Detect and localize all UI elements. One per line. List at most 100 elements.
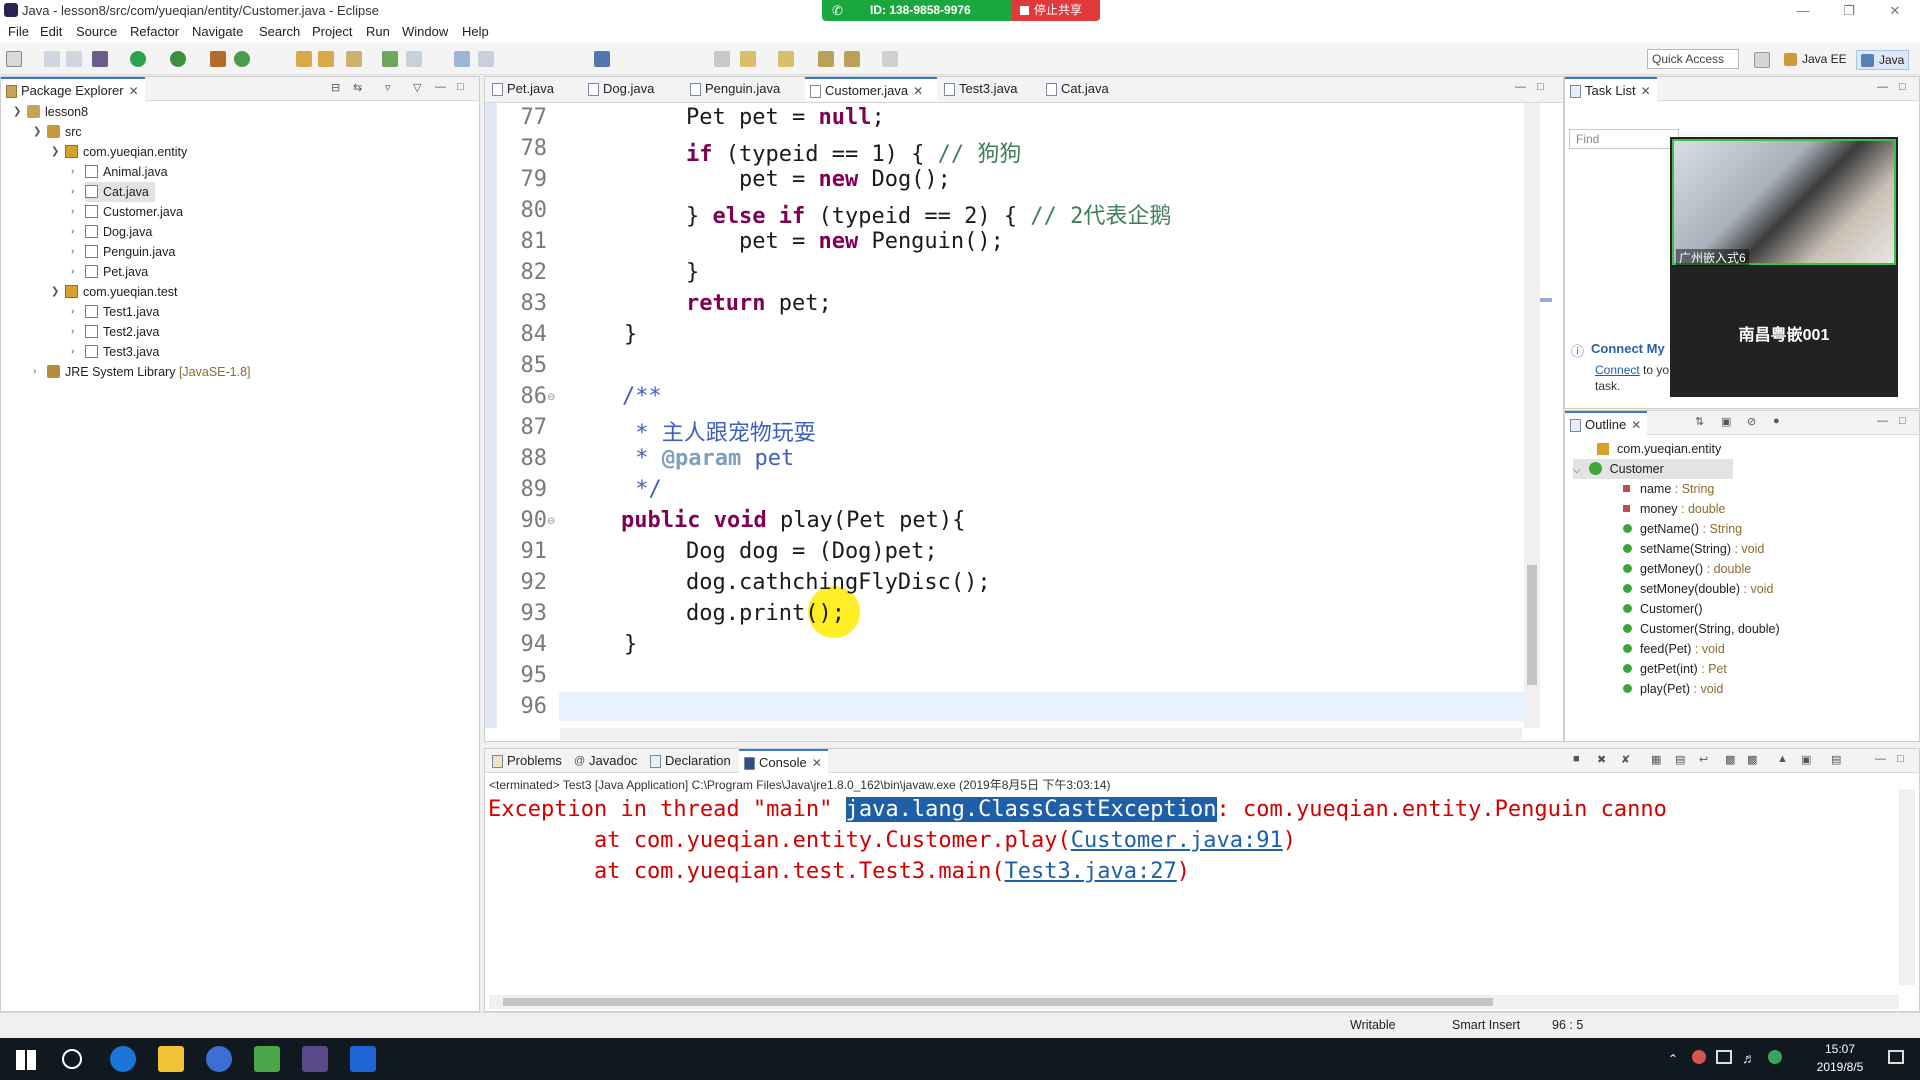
- scroll-thumb[interactable]: [503, 998, 1493, 1006]
- chevron-down-icon[interactable]: ❯: [51, 142, 59, 162]
- tab-console[interactable]: Console ✕: [739, 749, 828, 773]
- chevron-down-icon[interactable]: ❯: [51, 282, 59, 302]
- open-perspective-icon[interactable]: [1754, 52, 1770, 68]
- wps-icon[interactable]: [206, 1046, 232, 1072]
- restore-icon[interactable]: ❐: [1826, 0, 1872, 22]
- eclipse-taskbar-icon[interactable]: [302, 1046, 328, 1072]
- link-with-editor-icon[interactable]: ⇆: [353, 81, 362, 94]
- view-menu-icon[interactable]: ▿: [385, 81, 391, 94]
- filter-icon[interactable]: ▽: [413, 81, 421, 94]
- minimize-view-icon[interactable]: —: [1877, 415, 1888, 427]
- network-icon[interactable]: [1716, 1050, 1732, 1064]
- chevron-down-icon[interactable]: ❯: [33, 122, 41, 142]
- editor-vertical-scrollbar[interactable]: [1524, 103, 1540, 728]
- show-stdout-icon[interactable]: ▩: [1725, 753, 1735, 766]
- menu-refactor[interactable]: Refactor: [130, 24, 179, 39]
- windows-start-icon[interactable]: [16, 1050, 36, 1070]
- outline-member[interactable]: getMoney() : double: [1623, 559, 1751, 579]
- tree-item[interactable]: › Customer.java: [71, 202, 477, 222]
- chevron-right-icon[interactable]: ›: [71, 262, 74, 282]
- open-console-icon[interactable]: ▤: [1831, 753, 1841, 766]
- close-tab-icon[interactable]: ✕: [129, 84, 139, 98]
- outline-package[interactable]: com.yueqian.entity: [1597, 439, 1721, 459]
- edge-browser-icon[interactable]: [110, 1046, 136, 1072]
- sort-icon[interactable]: ⇅: [1695, 415, 1704, 428]
- run-icon[interactable]: [130, 51, 146, 67]
- tab-test3-java[interactable]: Test3.java: [939, 77, 1039, 101]
- collapse-all-icon[interactable]: ⊟: [331, 81, 340, 94]
- stop-share-button[interactable]: 停止共享: [1012, 0, 1100, 21]
- menu-source[interactable]: Source: [76, 24, 117, 39]
- close-tab-icon[interactable]: ✕: [812, 756, 822, 770]
- tray-chevron-up-icon[interactable]: ⌃: [1668, 1052, 1678, 1066]
- maximize-view-icon[interactable]: □: [1537, 81, 1544, 93]
- outline-member[interactable]: Customer(): [1623, 599, 1703, 619]
- tab-dog-java[interactable]: Dog.java: [583, 77, 683, 101]
- outline-member[interactable]: setMoney(double) : void: [1623, 579, 1773, 599]
- pin-icon[interactable]: [714, 51, 730, 67]
- minimize-view-icon[interactable]: —: [1875, 753, 1886, 765]
- outline-member[interactable]: money : double: [1623, 499, 1726, 519]
- back-arrow-icon[interactable]: [844, 51, 860, 67]
- back-icon[interactable]: [818, 51, 834, 67]
- close-icon[interactable]: ✕: [1872, 0, 1918, 22]
- tree-item-selected[interactable]: › Cat.java: [71, 182, 155, 202]
- quick-access-input[interactable]: Quick Access: [1647, 49, 1739, 69]
- tab-problems[interactable]: Problems: [487, 749, 568, 773]
- tree-item[interactable]: ❯ lesson8: [13, 102, 477, 122]
- tree-item[interactable]: ❯ src: [33, 122, 477, 142]
- minimize-icon[interactable]: —: [1780, 0, 1826, 22]
- open-type-icon[interactable]: [296, 51, 312, 67]
- tree-item[interactable]: › JRE System Library [JavaSE-1.8]: [33, 362, 477, 382]
- forward-icon[interactable]: [882, 51, 898, 67]
- tree-item[interactable]: › Test1.java: [71, 302, 477, 322]
- stacktrace-link[interactable]: Customer.java:91: [1071, 828, 1283, 853]
- menu-run[interactable]: Run: [366, 24, 390, 39]
- show-whitespace-icon[interactable]: [454, 51, 470, 67]
- chevron-right-icon[interactable]: ›: [71, 222, 74, 242]
- tab-pet-java[interactable]: Pet.java: [487, 77, 581, 101]
- chevron-right-icon[interactable]: ›: [71, 162, 74, 182]
- clear-console-icon[interactable]: ▦: [1651, 753, 1661, 766]
- connect-link[interactable]: Connect: [1595, 363, 1640, 377]
- chevron-right-icon[interactable]: ›: [71, 202, 74, 222]
- menu-search[interactable]: Search: [259, 24, 300, 39]
- menu-navigate[interactable]: Navigate: [192, 24, 243, 39]
- tab-declaration[interactable]: Declaration: [645, 749, 737, 773]
- outline-member[interactable]: setName(String) : void: [1623, 539, 1764, 559]
- close-tab-icon[interactable]: ✕: [913, 84, 923, 98]
- stacktrace-link[interactable]: Test3.java:27: [1005, 859, 1177, 884]
- pin-console-icon[interactable]: ▲: [1777, 753, 1788, 765]
- outline-class[interactable]: ⌵ Customer: [1573, 459, 1733, 479]
- tab-cat-java[interactable]: Cat.java: [1041, 77, 1131, 101]
- tree-item[interactable]: › Dog.java: [71, 222, 477, 242]
- terminate-icon[interactable]: ■: [1573, 753, 1580, 765]
- maximize-view-icon[interactable]: □: [1899, 415, 1906, 427]
- console-vertical-scrollbar[interactable]: [1899, 789, 1915, 985]
- chevron-down-icon[interactable]: ⌵: [1573, 465, 1581, 476]
- editor-horizontal-scrollbar[interactable]: [560, 728, 1522, 740]
- console-horizontal-scrollbar[interactable]: [489, 995, 1899, 1009]
- input-method-icon[interactable]: [1768, 1050, 1782, 1064]
- tab-package-explorer[interactable]: Package Explorer ✕: [1, 77, 145, 101]
- minimize-view-icon[interactable]: —: [1515, 81, 1526, 93]
- menu-window[interactable]: Window: [402, 24, 448, 39]
- maximize-view-icon[interactable]: □: [1897, 753, 1904, 765]
- external-tools-icon[interactable]: [210, 51, 226, 67]
- previous-edit-icon[interactable]: [778, 51, 794, 67]
- block-selection-icon[interactable]: [478, 51, 494, 67]
- save-all-icon[interactable]: [66, 51, 82, 67]
- notepad-icon[interactable]: [254, 1046, 280, 1072]
- menu-project[interactable]: Project: [312, 24, 352, 39]
- outline-member[interactable]: Customer(String, double): [1623, 619, 1780, 639]
- tree-item[interactable]: › Pet.java: [71, 262, 477, 282]
- close-tab-icon[interactable]: ✕: [1631, 418, 1641, 432]
- outline-member[interactable]: name : String: [1623, 479, 1714, 499]
- chevron-right-icon[interactable]: ›: [71, 342, 74, 362]
- chevron-down-icon[interactable]: ❯: [13, 102, 21, 122]
- remove-all-icon[interactable]: ✘: [1621, 753, 1630, 766]
- task-find-input[interactable]: Find: [1569, 129, 1679, 149]
- menu-file[interactable]: File: [8, 24, 29, 39]
- tree-item[interactable]: › Test2.java: [71, 322, 477, 342]
- chevron-right-icon[interactable]: ›: [33, 362, 36, 382]
